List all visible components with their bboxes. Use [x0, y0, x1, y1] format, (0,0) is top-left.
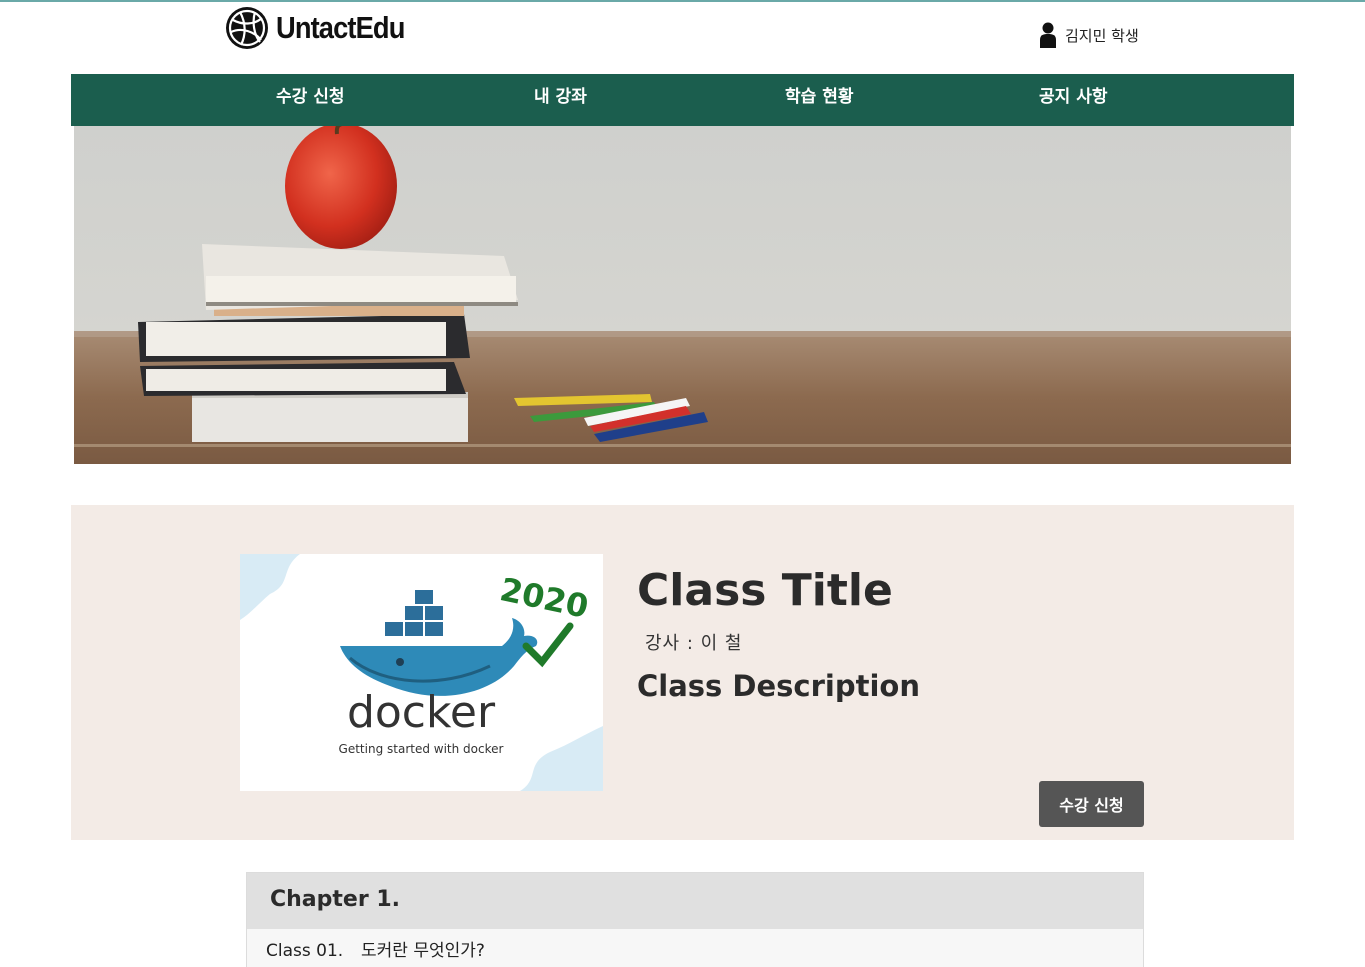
class-title: Class Title	[637, 565, 893, 616]
nav-item-enroll[interactable]: 수강 신청	[276, 74, 344, 126]
main-nav: 수강 신청 내 강좌 학습 현황 공지 사항	[71, 74, 1294, 126]
basketball-icon	[226, 7, 268, 49]
chapter-title[interactable]: Chapter 1.	[247, 873, 1143, 929]
nav-item-progress[interactable]: 학습 현황	[785, 74, 853, 126]
nav-item-my-courses[interactable]: 내 강좌	[534, 74, 587, 126]
logo-text: UntactEdu	[276, 10, 405, 45]
enroll-button[interactable]: 수강 신청	[1039, 781, 1144, 827]
logo[interactable]: UntactEdu	[224, 5, 422, 51]
class-info-panel: docker Getting started with docker 2020 …	[71, 505, 1294, 840]
chapter-card: Chapter 1. Class 01. 도커란 무엇인가?	[246, 872, 1144, 967]
hero-image	[74, 126, 1291, 464]
user-name: 김지민 학생	[1065, 27, 1139, 45]
lesson-row[interactable]: Class 01. 도커란 무엇인가?	[247, 929, 1143, 967]
class-thumbnail: docker Getting started with docker 2020	[240, 554, 603, 791]
hero-banner	[74, 126, 1291, 464]
nav-item-notices[interactable]: 공지 사항	[1039, 74, 1107, 126]
svg-text:Getting started with docker: Getting started with docker	[339, 742, 504, 756]
svg-text:docker: docker	[347, 687, 496, 738]
user-icon	[1040, 22, 1056, 48]
lesson-title: 도커란 무엇인가?	[361, 941, 485, 961]
class-teacher: 강사 : 이 철	[645, 633, 743, 654]
class-description: Class Description	[637, 669, 920, 703]
header: UntactEdu 김지민 학생	[0, 2, 1365, 74]
lesson-number: Class 01.	[266, 941, 344, 961]
user-menu[interactable]: 김지민 학생	[1039, 22, 1139, 49]
